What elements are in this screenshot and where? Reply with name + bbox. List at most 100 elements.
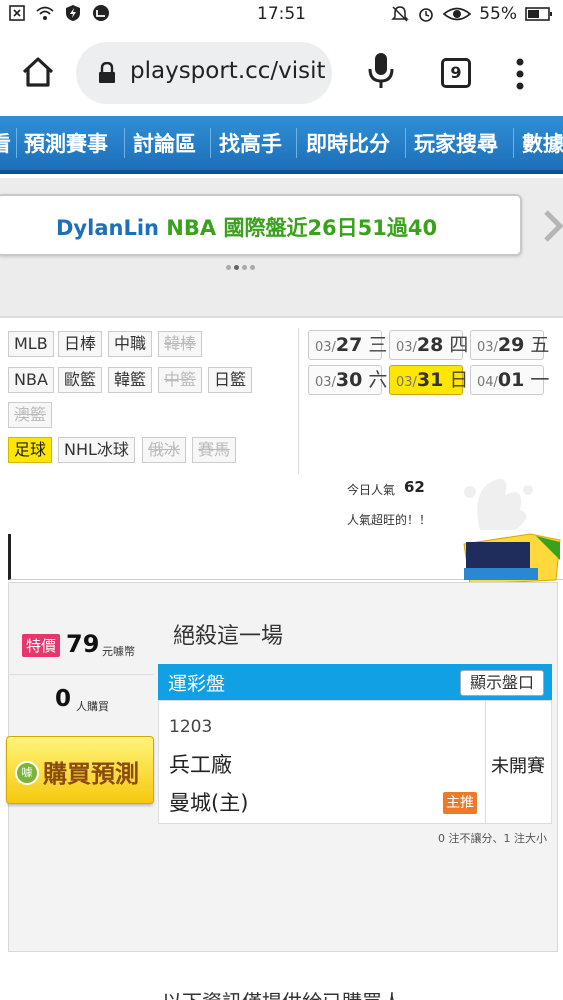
sport-tag-nba[interactable]: NBA — [8, 367, 54, 393]
date-day: 29 — [497, 334, 525, 356]
date-weekday: 五 — [530, 334, 550, 356]
buy-prediction-button[interactable]: 噱 購買預測 — [6, 736, 154, 804]
lock-icon — [99, 62, 115, 83]
home-icon[interactable] — [18, 52, 58, 92]
sport-tag-nhl[interactable]: NHL冰球 — [58, 437, 135, 463]
microphone-icon[interactable] — [366, 50, 396, 90]
buy-button-label: 購買預測 — [43, 760, 139, 788]
url-bar[interactable]: playsport.cc/visit — [76, 42, 332, 104]
battery-percent: 55% — [479, 4, 517, 24]
sport-tag-cpbl[interactable]: 中職 — [108, 331, 153, 357]
date-month: 03/ — [315, 340, 336, 355]
popularity-note: 人氣超旺的！！ — [347, 513, 432, 527]
buyer-count: 0 — [55, 686, 72, 712]
date-weekday: 一 — [530, 369, 550, 391]
nav-item-partial[interactable]: 看 — [0, 128, 11, 158]
nav-separator — [513, 128, 514, 158]
sport-tag-kbo: 韓棒 — [158, 331, 203, 357]
sport-tag-khl: 俄冰 — [142, 437, 187, 463]
alarm-icon — [419, 8, 434, 22]
game-number: 1203 — [169, 717, 213, 737]
date-button-0328[interactable]: 03/28 四 — [389, 330, 468, 360]
sport-tag-npb[interactable]: 日棒 — [58, 331, 103, 357]
popularity-value: 62 — [404, 478, 425, 496]
footer-note: 以下資訊僅提供給已購買人 — [162, 986, 402, 1000]
date-month: 03/ — [315, 375, 336, 390]
date-month: 03/ — [396, 340, 417, 355]
nav-separator — [124, 128, 125, 158]
decorative-splash-icon — [464, 479, 533, 530]
nav-separator — [405, 128, 406, 158]
show-odds-button[interactable]: 顯示盤口 — [460, 670, 544, 696]
market-header: 運彩盤 顯示盤口 — [158, 664, 552, 700]
banner-text[interactable]: DylanLin NBA 國際盤近26日51過40 — [56, 212, 437, 242]
url-text[interactable]: playsport.cc/visit — [130, 58, 330, 84]
date-day: 27 — [335, 334, 363, 356]
buyer-unit: 人購買 — [76, 700, 109, 713]
page-root: 17:51 55% playsport.cc/visit 9 看 預測賽事 討論… — [0, 0, 563, 1000]
status-bar: 17:51 55% — [0, 0, 563, 30]
date-button-0330[interactable]: 03/30 六 — [308, 365, 387, 395]
nav-separator — [296, 128, 297, 158]
site-nav: 看 預測賽事 討論區 找高手 即時比分 玩家搜尋 數據 — [0, 116, 563, 174]
pick-stats-note: 0 注不讓分、1 注大小 — [438, 832, 547, 845]
chevron-right-icon[interactable] — [540, 206, 563, 246]
sport-tag-korea-basketball[interactable]: 韓籃 — [108, 367, 153, 393]
date-button-0401[interactable]: 04/01 一 — [470, 365, 549, 395]
date-day: 01 — [497, 369, 525, 391]
sport-tag-horse-racing: 賽馬 — [192, 437, 237, 463]
date-button-0329[interactable]: 03/29 五 — [470, 330, 549, 360]
date-weekday: 六 — [368, 369, 388, 391]
date-button-0327[interactable]: 03/27 三 — [308, 330, 387, 360]
eye-icon — [443, 7, 472, 21]
banner-card[interactable]: DylanLin NBA 國際盤近26日51過40 — [0, 194, 522, 256]
nav-separator — [210, 128, 211, 158]
special-price-badge: 特價 — [22, 634, 61, 657]
date-month: 03/ — [477, 340, 498, 355]
overflow-menu-icon[interactable] — [510, 54, 530, 94]
nav-item-player-search[interactable]: 玩家搜尋 — [414, 128, 498, 158]
carousel-dots — [226, 265, 255, 270]
tab-switcher-button[interactable]: 9 — [441, 58, 471, 88]
carousel-dot[interactable] — [226, 265, 231, 270]
date-day: 30 — [335, 369, 363, 391]
carousel-dot-active[interactable] — [234, 265, 239, 270]
coin-icon: 噱 — [15, 761, 39, 785]
nav-item-livescore[interactable]: 即時比分 — [306, 128, 390, 158]
divider — [485, 701, 486, 823]
nav-item-data[interactable]: 數據 — [522, 128, 563, 158]
date-day: 31 — [416, 369, 444, 391]
main-pick-badge: 主推 — [443, 792, 477, 814]
banner-carousel: DylanLin NBA 國際盤近26日51過40 — [0, 178, 563, 316]
game-status: 未開賽 — [491, 756, 545, 777]
banker-killer-badge-icon — [463, 533, 561, 585]
status-right-icons: 55% — [391, 4, 553, 24]
popularity-label: 今日人氣 — [347, 483, 396, 497]
away-team: 兵工廠 — [169, 753, 232, 777]
date-month: 04/ — [477, 375, 498, 390]
date-day: 28 — [416, 334, 444, 356]
nav-item-predictions[interactable]: 預測賽事 — [24, 128, 108, 158]
carousel-dot[interactable] — [250, 265, 255, 270]
divider — [8, 674, 154, 675]
nav-separator — [16, 128, 17, 158]
nav-item-forum[interactable]: 討論區 — [133, 128, 196, 158]
sport-tag-japan-basketball[interactable]: 日籃 — [208, 367, 253, 393]
date-weekday: 四 — [449, 334, 469, 356]
battery-icon — [525, 7, 552, 21]
sport-tag-euro-basketball[interactable]: 歐籃 — [58, 367, 103, 393]
sport-tag-soccer[interactable]: 足球 — [8, 437, 53, 463]
match-info: 1203 兵工廠 曼城(主) 主推 未開賽 — [158, 700, 552, 824]
date-weekday: 三 — [368, 334, 388, 356]
market-label: 運彩盤 — [168, 673, 226, 695]
nav-item-experts[interactable]: 找高手 — [219, 128, 282, 158]
home-team: 曼城(主) — [169, 791, 249, 815]
sport-tag-china-basketball: 中籃 — [158, 367, 203, 393]
banner-username: DylanLin — [56, 216, 159, 240]
mute-icon — [391, 6, 410, 22]
browser-toolbar: playsport.cc/visit 9 — [0, 30, 563, 116]
divider — [0, 316, 563, 318]
date-button-0331[interactable]: 03/31 日 — [389, 365, 468, 395]
carousel-dot[interactable] — [242, 265, 247, 270]
sport-tag-mlb[interactable]: MLB — [8, 331, 54, 357]
